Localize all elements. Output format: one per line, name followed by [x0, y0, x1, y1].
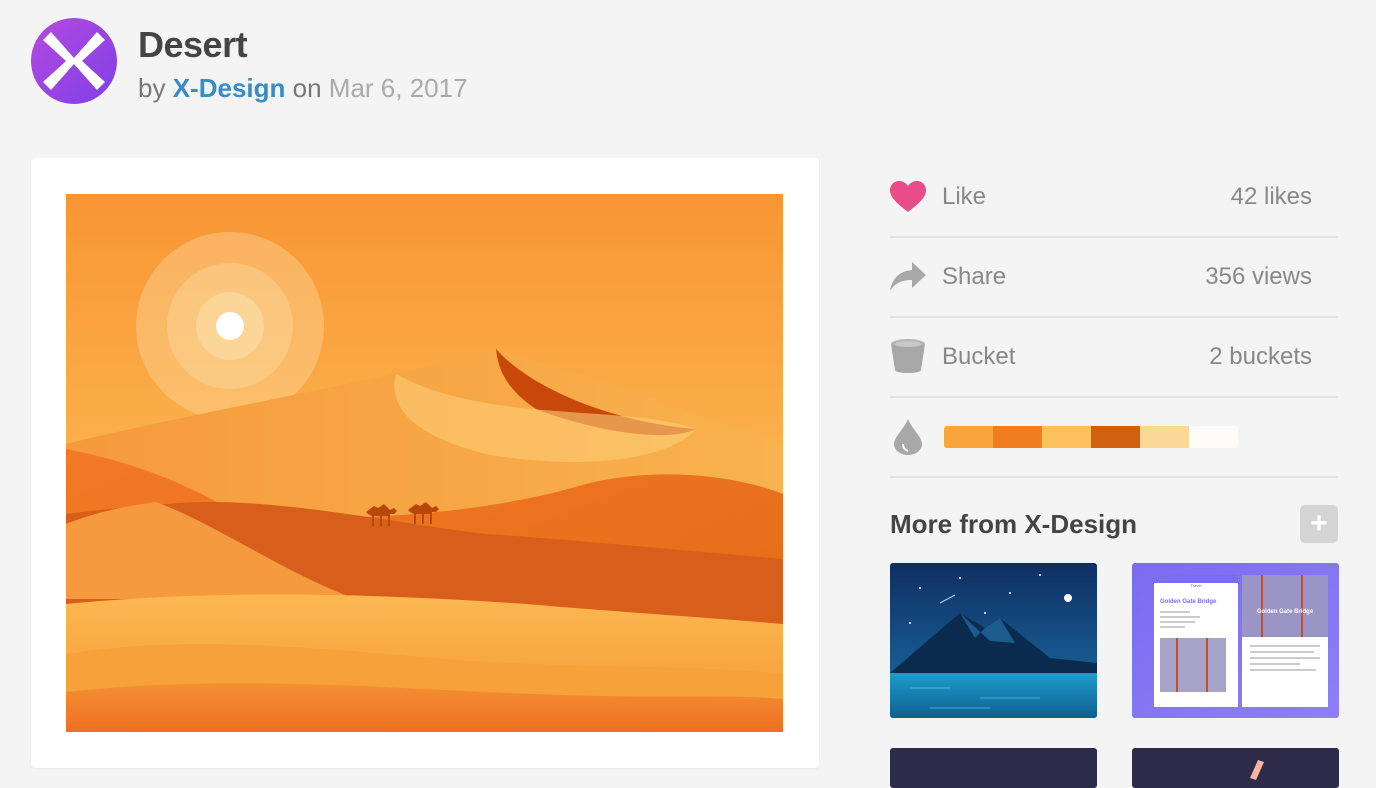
- follow-add-button[interactable]: +: [1300, 505, 1338, 543]
- color-swatch-1[interactable]: [944, 426, 993, 448]
- drop-icon: [890, 419, 926, 455]
- share-row[interactable]: Share 356 views: [890, 238, 1338, 318]
- color-swatch-5[interactable]: [1140, 426, 1189, 448]
- shot-thumb-dark-1[interactable]: [890, 748, 1097, 788]
- shot-title: Desert: [138, 24, 248, 65]
- shot-thumb-golden-gate-app[interactable]: Travel Golden Gate Bridge Golden Gate Br…: [1132, 563, 1339, 718]
- desert-illustration[interactable]: [66, 194, 783, 732]
- shot-thumb-dark-2[interactable]: [1132, 748, 1339, 788]
- publish-date: Mar 6, 2017: [328, 73, 468, 103]
- like-row[interactable]: Like 42 likes: [890, 158, 1338, 238]
- bucket-label: Bucket: [942, 343, 1016, 370]
- like-label: Like: [942, 183, 987, 210]
- thumb-travel-text: Travel: [1191, 583, 1202, 588]
- bucket-row[interactable]: Bucket 2 buckets: [890, 318, 1338, 398]
- shot-thumb-mountain[interactable]: [890, 563, 1097, 718]
- share-icon: [890, 259, 926, 295]
- shot-meta-panel: Like 42 likes Share 356 views Bucket 2 b…: [890, 158, 1338, 478]
- heart-icon: [890, 179, 926, 215]
- share-label: Share: [942, 263, 1007, 290]
- on-label: on: [292, 73, 322, 103]
- color-swatch-3[interactable]: [1042, 426, 1091, 448]
- byline: by X-Design on Mar 6, 2017: [138, 73, 468, 104]
- bucket-icon: [890, 339, 926, 375]
- more-from-heading: More from X-Design: [890, 509, 1138, 539]
- color-swatch-4[interactable]: [1091, 426, 1140, 448]
- color-swatch-6[interactable]: [1189, 426, 1238, 448]
- views-count: 356 views: [1205, 263, 1312, 290]
- color-swatch-2[interactable]: [993, 426, 1042, 448]
- shot-card: [31, 158, 819, 768]
- thumb-overlay-title: Golden Gate Bridge: [1257, 609, 1314, 615]
- buckets-count: 2 buckets: [1209, 343, 1312, 370]
- likes-count: 42 likes: [1230, 183, 1312, 210]
- color-palette: [944, 426, 1238, 448]
- more-from-header: More from X-Design +: [890, 505, 1338, 545]
- author-avatar[interactable]: [31, 18, 117, 104]
- author-link[interactable]: X-Design: [173, 73, 286, 103]
- x-logo-icon: [43, 32, 105, 90]
- by-label: by: [138, 73, 166, 103]
- thumb-title-text: Golden Gate Bridge: [1160, 599, 1217, 605]
- color-palette-row: [890, 398, 1338, 478]
